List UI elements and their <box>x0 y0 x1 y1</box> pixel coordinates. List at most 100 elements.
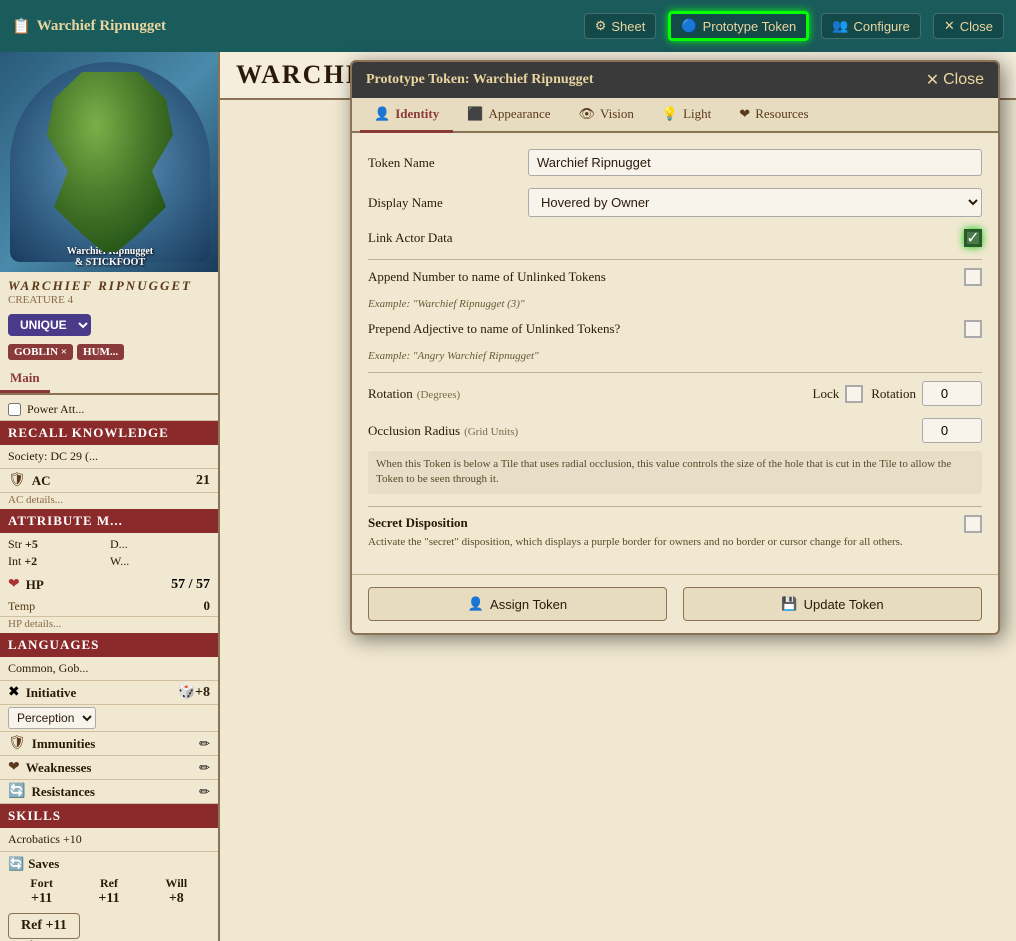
proto-body: Token Name Display Name Hovered by Owner… <box>352 133 998 574</box>
hp-details[interactable]: HP details... <box>0 617 218 633</box>
immunities-edit[interactable]: ✏ <box>199 736 210 752</box>
sheet-btn[interactable]: ⚙ Sheet <box>584 13 657 39</box>
rotation-value-label: Rotation <box>871 386 916 402</box>
divider-1 <box>368 259 982 260</box>
str-label: Str +5 <box>8 537 108 552</box>
ac-details[interactable]: AC details... <box>0 493 218 509</box>
secret-label-area: Secret Disposition Activate the "secret"… <box>368 515 952 550</box>
resistances-edit[interactable]: ✏ <box>199 784 210 800</box>
link-actor-label: Link Actor Data <box>368 230 528 246</box>
immunities-row: 🛡 Immunities ✏ <box>0 732 218 756</box>
prepend-adj-row: Prepend Adjective to name of Unlinked To… <box>368 320 982 338</box>
top-bar: 📋 Warchief Ripnugget ⚙ Sheet 🔵 Prototype… <box>0 0 1016 52</box>
append-number-example: Example: "Warchief Ripnugget (3)" <box>368 298 982 310</box>
token-name-label: Token Name <box>368 155 528 171</box>
ref-save: Ref +11 <box>75 876 142 907</box>
ac-icon: 🛡 <box>8 472 26 489</box>
ac-row: 🛡 AC 21 <box>0 469 218 493</box>
weaknesses-icon: ❤ <box>8 759 20 776</box>
prepend-adj-label: Prepend Adjective to name of Unlinked To… <box>368 321 964 337</box>
rotation-lock-checkbox[interactable] <box>845 385 863 403</box>
temp-row: Temp 0 <box>0 596 218 617</box>
secret-label: Secret Disposition <box>368 515 952 531</box>
creature-art <box>40 72 180 252</box>
saves-section: 🔄 Saves Fort +11 Ref +11 Will +8 <box>0 852 218 911</box>
proto-tabs: 👤 Identity ⬛ Appearance 👁 Vision 💡 Light… <box>352 98 998 133</box>
sheet-icon: ⚙ <box>595 18 607 34</box>
char-portrait: Warchief Ripnugget & STICKFOOT <box>0 52 220 272</box>
rotation-input[interactable] <box>922 381 982 406</box>
prepend-adj-checkbox[interactable] <box>964 320 982 338</box>
char-title: WARCHIEF RIPNUGGET <box>8 278 210 294</box>
immunities-icon: 🛡 <box>8 735 26 752</box>
tab-vision[interactable]: 👁 Vision <box>565 98 648 133</box>
lang-content: Common, Gob... <box>0 657 218 681</box>
weaknesses-row: ❤ Weaknesses ✏ <box>0 756 218 780</box>
proto-close-btn[interactable]: ✕ Close <box>926 70 984 90</box>
weaknesses-edit[interactable]: ✏ <box>199 760 210 776</box>
char-panel: Warchief Ripnugget & STICKFOOT WARCHIEF … <box>0 52 220 941</box>
append-number-checkbox[interactable] <box>964 268 982 286</box>
initiative-row: ✖ Initiative 🎲 +8 <box>0 681 218 705</box>
prototype-icon: 🔵 <box>681 18 697 34</box>
occlusion-label-area: Occlusion Radius (Grid Units) <box>368 422 922 440</box>
configure-icon: 👥 <box>832 18 848 34</box>
goblin-tag[interactable]: GOBLIN × <box>8 344 73 360</box>
unique-section: UNIQUE <box>0 312 218 338</box>
assign-token-btn[interactable]: 👤 Assign Token <box>368 587 667 621</box>
attr-header: ATTRIBUTE M... <box>0 509 218 533</box>
token-name-input[interactable] <box>528 149 982 176</box>
perception-select[interactable]: Perception <box>8 707 96 729</box>
hum-tag[interactable]: HUM... <box>77 344 124 360</box>
resources-icon: ❤ <box>739 106 750 122</box>
proto-dialog-header: Prototype Token: Warchief Ripnugget ✕ Cl… <box>352 62 998 98</box>
prototype-btn[interactable]: 🔵 Prototype Token <box>668 11 809 41</box>
occlusion-description: When this Token is below a Tile that use… <box>368 451 982 494</box>
top-bar-actions: ⚙ Sheet 🔵 Prototype Token 👥 Configure ✕ … <box>584 11 1004 41</box>
sheet-nav: Main <box>0 366 218 395</box>
update-token-btn[interactable]: 💾 Update Token <box>683 587 982 621</box>
link-actor-checkbox[interactable]: ✓ <box>964 229 982 247</box>
resistances-icon: 🔄 <box>8 783 25 800</box>
unique-select[interactable]: UNIQUE <box>8 314 91 336</box>
link-actor-row: Link Actor Data ✓ <box>368 229 982 247</box>
saves-title: 🔄 Saves <box>8 856 210 872</box>
will-save: Will +8 <box>143 876 210 907</box>
tab-identity[interactable]: 👤 Identity <box>360 98 453 133</box>
assign-icon: 👤 <box>468 596 484 612</box>
tab-light[interactable]: 💡 Light <box>648 98 725 133</box>
append-number-row: Append Number to name of Unlinked Tokens <box>368 268 982 286</box>
tab-appearance[interactable]: ⬛ Appearance <box>453 98 564 133</box>
rotation-label-area: Rotation (Degrees) <box>368 385 813 403</box>
title-icon: 📋 <box>12 17 31 36</box>
close-main-icon: ✕ <box>944 18 955 34</box>
creature-level: CREATURE 4 <box>8 294 210 306</box>
occlusion-input[interactable] <box>922 418 982 443</box>
divider-3 <box>368 506 982 507</box>
rotation-row: Rotation (Degrees) Lock Rotation <box>368 381 982 406</box>
update-icon: 💾 <box>781 596 797 612</box>
display-name-label: Display Name <box>368 195 528 211</box>
proto-token-dialog: Prototype Token: Warchief Ripnugget ✕ Cl… <box>350 60 1000 635</box>
recall-content: Society: DC 29 (... <box>0 445 218 469</box>
fort-save: Fort +11 <box>8 876 75 907</box>
proto-dialog-title: Prototype Token: Warchief Ripnugget <box>366 72 594 88</box>
ref-badge: Ref +11 <box>8 913 80 939</box>
lock-label: Lock <box>813 386 840 402</box>
main-tab[interactable]: Main <box>0 366 50 393</box>
occlusion-row: Occlusion Radius (Grid Units) <box>368 418 982 443</box>
perception-row: Perception <box>0 705 218 732</box>
attr-grid: Str +5 D... Int +2 W... <box>0 533 218 573</box>
initiative-value: +8 <box>195 685 210 701</box>
char-tags: GOBLIN × HUM... <box>0 342 218 362</box>
secret-checkbox[interactable] <box>964 515 982 533</box>
configure-btn[interactable]: 👥 Configure <box>821 13 921 39</box>
tab-resources[interactable]: ❤ Resources <box>725 98 822 133</box>
display-name-select[interactable]: Hovered by Owner <box>528 188 982 217</box>
close-main-btn[interactable]: ✕ Close <box>933 13 1004 39</box>
hp-icon: ❤ <box>8 576 20 593</box>
token-name-row: Token Name <box>368 149 982 176</box>
power-attack-label: Power Att... <box>27 402 84 417</box>
int-label: Int +2 <box>8 554 108 569</box>
power-attack-check[interactable] <box>8 403 21 416</box>
